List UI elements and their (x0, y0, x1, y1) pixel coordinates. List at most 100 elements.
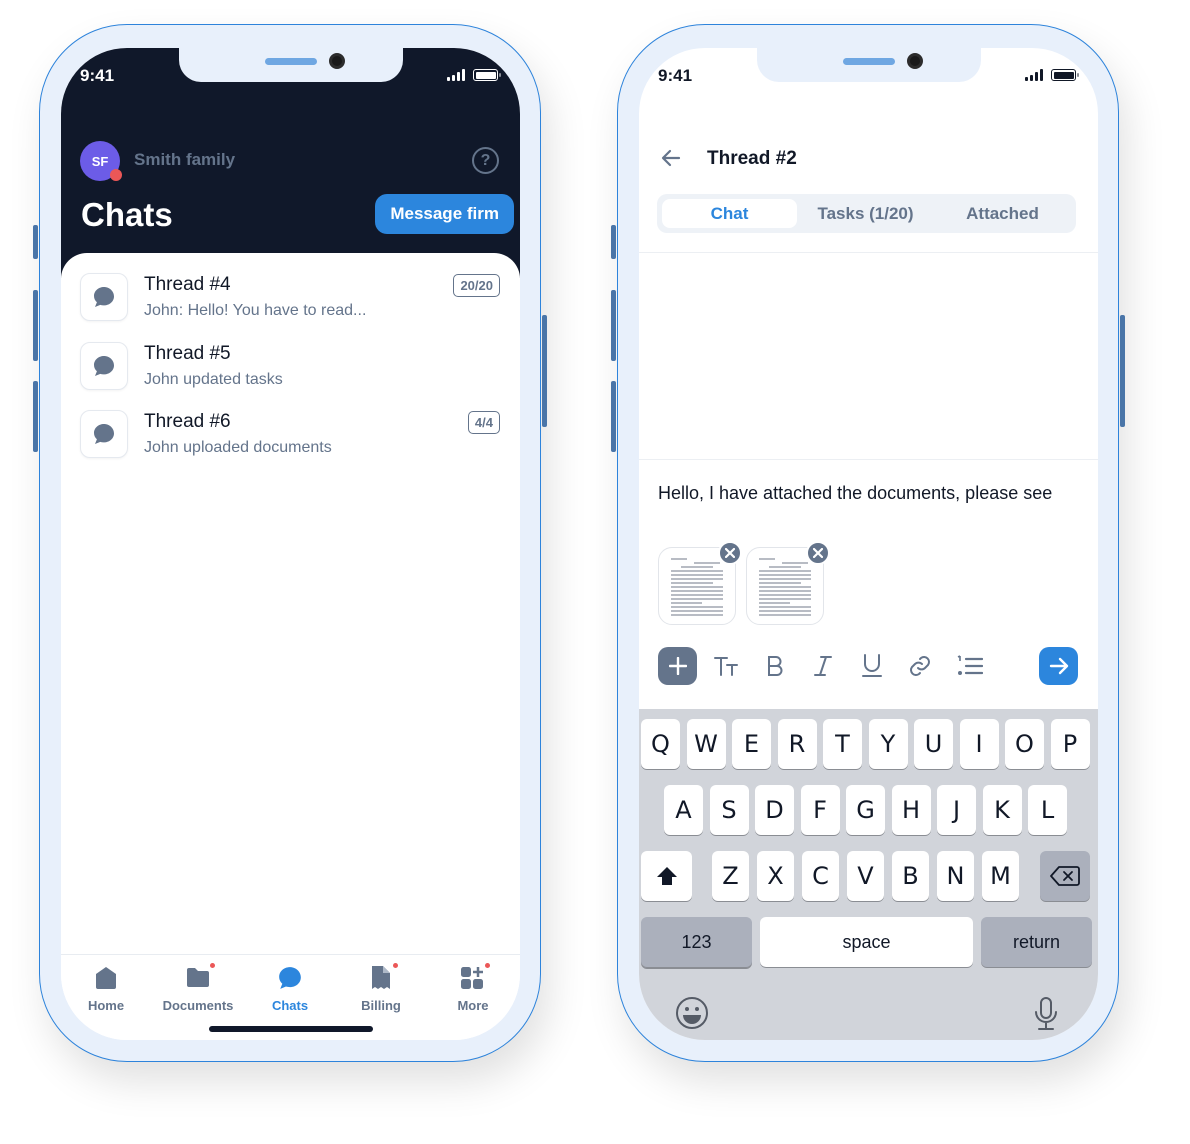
message-input[interactable]: Hello, I have attached the documents, pl… (658, 481, 1078, 505)
account-name[interactable]: Smith family (134, 150, 235, 170)
key-t[interactable]: T (823, 719, 862, 769)
notification-dot (210, 963, 215, 968)
chat-bubble-icon (277, 965, 303, 991)
key-b[interactable]: B (892, 851, 929, 901)
thread-list: Thread #4 John: Hello! You have to read.… (61, 253, 520, 1040)
key-h[interactable]: H (891, 785, 931, 835)
chat-bubble-icon (80, 273, 128, 321)
key-j[interactable]: J (937, 785, 976, 835)
key-y[interactable]: Y (868, 719, 908, 769)
volume-down-button (33, 381, 38, 452)
key-s[interactable]: S (709, 785, 749, 835)
avatar[interactable]: SF (80, 141, 122, 181)
chats-screen: 9:41 SF Smith family ? Chats Message fir… (61, 48, 520, 1040)
signal-icon (447, 69, 465, 81)
tab-label: More (457, 998, 489, 1013)
numbered-list-icon[interactable] (956, 647, 984, 685)
folder-icon (185, 963, 215, 991)
home-icon (93, 965, 119, 991)
key-k[interactable]: K (982, 785, 1022, 835)
key-z[interactable]: Z (712, 851, 749, 901)
shift-key[interactable] (641, 851, 692, 901)
text-size-icon[interactable] (713, 647, 739, 685)
underline-icon[interactable] (859, 647, 885, 685)
status-bar: 9:41 (61, 66, 520, 88)
keyboard: QWERTYUIOP ASDFGHJKL ZXCVBNM 123 space ret… (639, 709, 1098, 1040)
battery-icon (473, 69, 501, 81)
receipt-icon (368, 963, 398, 991)
mute-switch (33, 225, 38, 259)
notification-dot (110, 169, 122, 181)
mute-switch (611, 225, 616, 259)
space-key[interactable]: space (760, 917, 973, 967)
notification-dot (485, 963, 490, 968)
key-v[interactable]: V (847, 851, 884, 901)
tab-chats[interactable]: Chats (245, 965, 335, 1013)
thread-item[interactable]: Thread #4 John: Hello! You have to read.… (80, 273, 500, 331)
page-title: Chats (81, 196, 173, 233)
notification-dot (393, 963, 398, 968)
volume-up-button (611, 290, 616, 361)
tab-tasks[interactable]: Tasks (1/20) (797, 199, 934, 228)
divider (639, 459, 1098, 460)
tab-chat[interactable]: Chat (662, 199, 797, 228)
segmented-tabs: Chat Tasks (1/20) Attached (657, 194, 1076, 233)
key-g[interactable]: G (846, 785, 885, 835)
remove-attachment-icon[interactable] (806, 541, 830, 565)
key-l[interactable]: L (1028, 785, 1067, 835)
tab-label: Billing (361, 998, 401, 1013)
key-n[interactable]: N (937, 851, 974, 901)
battery-icon (1051, 69, 1079, 81)
phone-thread: 9:41 Thread #2 Chat Tasks (1/20) Attache… (611, 24, 1125, 1062)
thread-item[interactable]: Thread #5 John updated tasks (80, 342, 500, 400)
key-u[interactable]: U (914, 719, 953, 769)
tab-documents[interactable]: Documents (153, 963, 243, 1013)
thread-item[interactable]: Thread #6 John uploaded documents 4/4 (80, 410, 500, 468)
key-x[interactable]: X (757, 851, 794, 901)
send-button[interactable] (1039, 647, 1078, 685)
tab-home[interactable]: Home (61, 965, 151, 1013)
tab-more[interactable]: More (428, 963, 518, 1013)
task-count-badge: 4/4 (467, 411, 500, 434)
return-key[interactable]: return (981, 917, 1092, 967)
numbers-key[interactable]: 123 (641, 917, 752, 967)
key-e[interactable]: E (732, 719, 771, 769)
bold-icon[interactable] (762, 647, 788, 685)
task-count-badge: 20/20 (453, 274, 500, 297)
key-o[interactable]: O (1005, 719, 1044, 769)
remove-attachment-icon[interactable] (718, 541, 742, 565)
link-icon[interactable] (907, 647, 933, 685)
key-m[interactable]: M (982, 851, 1019, 901)
emoji-icon[interactable] (675, 996, 709, 1035)
key-d[interactable]: D (755, 785, 794, 835)
tab-billing[interactable]: Billing (336, 963, 426, 1013)
shift-arrow-icon (656, 867, 677, 885)
add-button[interactable] (658, 647, 697, 685)
phone-chats: 9:41 SF Smith family ? Chats Message fir… (33, 24, 547, 1062)
key-f[interactable]: F (800, 785, 840, 835)
key-w[interactable]: W (686, 719, 726, 769)
key-i[interactable]: I (959, 719, 999, 769)
key-r[interactable]: R (777, 719, 817, 769)
tab-attached[interactable]: Attached (934, 199, 1071, 228)
key-a[interactable]: A (664, 785, 703, 835)
key-c[interactable]: C (802, 851, 839, 901)
key-q[interactable]: Q (641, 719, 680, 769)
back-arrow-icon[interactable] (659, 146, 683, 170)
key-p[interactable]: P (1050, 719, 1090, 769)
microphone-icon[interactable] (1033, 996, 1059, 1037)
status-bar: 9:41 (639, 66, 1098, 88)
question-circle-icon[interactable]: ? (472, 147, 499, 174)
home-indicator (209, 1026, 373, 1032)
delete-key[interactable] (1040, 851, 1090, 901)
italic-icon[interactable] (810, 647, 836, 685)
thread-preview: John uploaded documents (144, 439, 332, 456)
status-time: 9:41 (658, 66, 693, 85)
avatar-initials: SF (91, 153, 109, 169)
signal-icon (1025, 69, 1043, 81)
volume-up-button (33, 290, 38, 361)
power-button (1120, 315, 1125, 427)
tab-label: Home (87, 998, 125, 1013)
message-firm-button[interactable]: Message firm (375, 194, 514, 234)
thread-preview: John: Hello! You have to read... (144, 302, 367, 319)
